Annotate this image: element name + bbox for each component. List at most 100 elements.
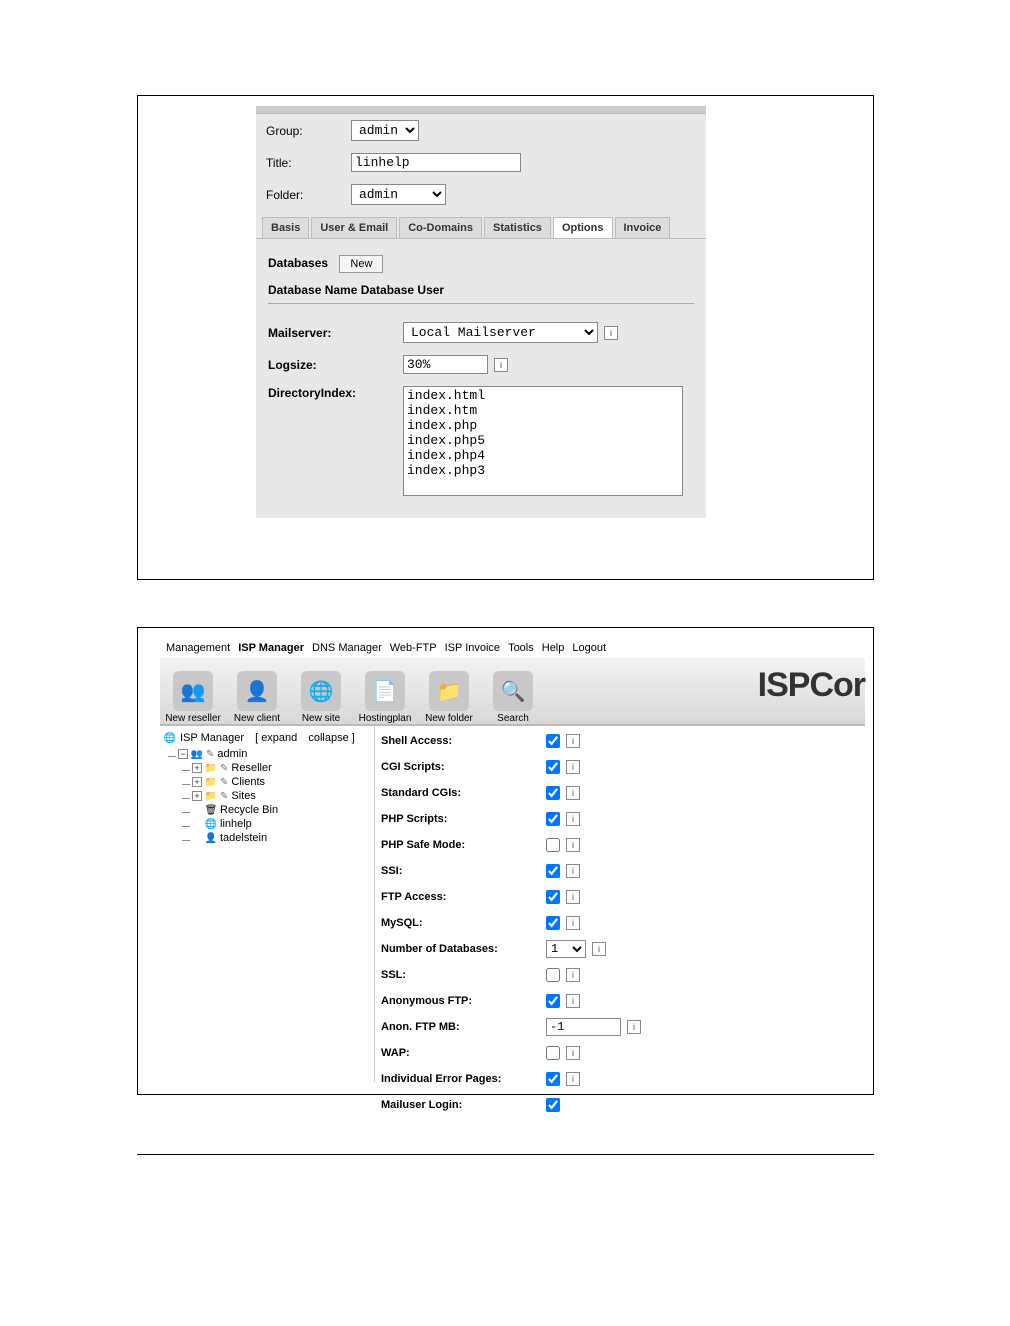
users-icon: 👥 — [191, 748, 203, 760]
edit-icon[interactable]: ✎ — [206, 749, 214, 760]
info-icon[interactable]: i — [566, 916, 580, 930]
info-icon[interactable]: i — [566, 734, 580, 748]
edit-icon[interactable]: ✎ — [220, 777, 228, 788]
ssi-checkbox[interactable] — [546, 864, 560, 878]
menu-help[interactable]: Help — [542, 642, 565, 654]
info-icon[interactable]: i — [566, 838, 580, 852]
isp-manager-window: Management ISP Manager DNS Manager Web-F… — [160, 638, 865, 1086]
info-icon[interactable]: i — [592, 942, 606, 956]
expand-icon[interactable]: + — [192, 791, 202, 801]
menu-logout[interactable]: Logout — [572, 642, 606, 654]
mysql-checkbox[interactable] — [546, 916, 560, 930]
ssl-label: SSL: — [381, 969, 546, 981]
edit-icon[interactable]: ✎ — [220, 791, 228, 802]
ftp-access-checkbox[interactable] — [546, 890, 560, 904]
info-icon[interactable]: i — [494, 358, 508, 372]
tab-user-email[interactable]: User & Email — [311, 217, 397, 238]
menu-isp-invoice[interactable]: ISP Invoice — [445, 642, 500, 654]
mailserver-select[interactable]: Local Mailserver — [403, 322, 598, 343]
tree-expand-link[interactable]: [ expand — [255, 732, 297, 744]
info-icon[interactable]: i — [566, 994, 580, 1008]
info-icon[interactable]: i — [566, 968, 580, 982]
php-scripts-label: PHP Scripts: — [381, 813, 546, 825]
num-databases-select[interactable]: 1 — [546, 940, 586, 958]
anon-ftp-label: Anonymous FTP: — [381, 995, 546, 1007]
standard-cgis-checkbox[interactable] — [546, 786, 560, 800]
tool-new-folder[interactable]: 📁 New folder — [420, 671, 478, 724]
tab-co-domains[interactable]: Co-Domains — [399, 217, 482, 238]
tool-new-client[interactable]: 👤 New client — [228, 671, 286, 724]
tool-label: New folder — [425, 713, 473, 724]
tab-basis[interactable]: Basis — [262, 217, 309, 238]
tree-node-admin[interactable]: − 👥 ✎ admin — [178, 748, 370, 760]
php-scripts-checkbox[interactable] — [546, 812, 560, 826]
tab-statistics[interactable]: Statistics — [484, 217, 551, 238]
menu-tools[interactable]: Tools — [508, 642, 534, 654]
tool-search[interactable]: 🔍 Search — [484, 671, 542, 724]
directoryindex-textarea[interactable]: index.html index.htm index.php index.php… — [403, 386, 683, 496]
menu-dns-manager[interactable]: DNS Manager — [312, 642, 382, 654]
shell-access-label: Shell Access: — [381, 735, 546, 747]
menu-isp-manager[interactable]: ISP Manager — [238, 642, 304, 654]
globe-icon: 🌐 — [205, 818, 217, 830]
tree-node-sites[interactable]: + 📁 ✎ Sites — [192, 790, 370, 802]
new-database-button[interactable]: New — [339, 255, 383, 273]
info-icon[interactable]: i — [566, 864, 580, 878]
document-plus-icon: 📄 — [365, 671, 405, 711]
tab-options[interactable]: Options — [553, 217, 613, 238]
tab-invoice[interactable]: Invoice — [615, 217, 671, 238]
toolbar: 👥 New reseller 👤 New client 🌐 New site 📄… — [160, 658, 865, 726]
anon-ftp-checkbox[interactable] — [546, 994, 560, 1008]
menu-web-ftp[interactable]: Web-FTP — [390, 642, 437, 654]
title-input[interactable] — [351, 153, 521, 172]
cgi-scripts-checkbox[interactable] — [546, 760, 560, 774]
info-icon[interactable]: i — [566, 1046, 580, 1060]
info-icon[interactable]: i — [566, 812, 580, 826]
info-icon[interactable]: i — [566, 760, 580, 774]
expand-icon[interactable]: + — [192, 777, 202, 787]
folder-label: Folder: — [266, 188, 351, 202]
tree-node-recycle-bin[interactable]: 🗑 Recycle Bin — [192, 804, 370, 816]
menu-management[interactable]: Management — [166, 642, 230, 654]
info-icon[interactable]: i — [566, 1072, 580, 1086]
user-plus-icon: 👤 — [237, 671, 277, 711]
group-label: Group: — [266, 124, 351, 138]
tree-node-linhelp[interactable]: 🌐 linhelp — [192, 818, 370, 830]
tree-collapse-link[interactable]: collapse ] — [308, 732, 354, 744]
tree-title: ISP Manager — [180, 732, 244, 744]
tool-label: Search — [497, 713, 529, 724]
tree-node-reseller[interactable]: + 📁 ✎ Reseller — [192, 762, 370, 774]
tool-new-site[interactable]: 🌐 New site — [292, 671, 350, 724]
info-icon[interactable]: i — [604, 326, 618, 340]
info-icon[interactable]: i — [566, 890, 580, 904]
binoculars-icon: 🔍 — [493, 671, 533, 711]
tool-new-reseller[interactable]: 👥 New reseller — [164, 671, 222, 724]
tree-node-clients[interactable]: + 📁 ✎ Clients — [192, 776, 370, 788]
ssi-label: SSI: — [381, 865, 546, 877]
shell-access-checkbox[interactable] — [546, 734, 560, 748]
site-options-panel: Group: admin Title: Folder: admin Basis … — [256, 106, 706, 518]
navigation-tree: 🌐 ISP Manager [ expand collapse ] − 👥 — [160, 726, 375, 1082]
tree-label: Recycle Bin — [220, 804, 278, 816]
tree-node-tadelstein[interactable]: 👤 tadelstein — [192, 832, 370, 844]
wap-checkbox[interactable] — [546, 1046, 560, 1060]
anon-ftp-mb-input[interactable] — [546, 1018, 621, 1036]
mailuser-login-checkbox[interactable] — [546, 1098, 560, 1112]
info-icon[interactable]: i — [627, 1020, 641, 1034]
ftp-access-label: FTP Access: — [381, 891, 546, 903]
properties-panel: Shell Access: i CGI Scripts: i Standard … — [375, 726, 865, 1082]
info-icon[interactable]: i — [566, 786, 580, 800]
tool-hostingplan[interactable]: 📄 Hostingplan — [356, 671, 414, 724]
figure-isp-manager: Management ISP Manager DNS Manager Web-F… — [137, 627, 874, 1095]
globe-plus-icon: 🌐 — [301, 671, 341, 711]
collapse-icon[interactable]: − — [178, 749, 188, 759]
folder-select[interactable]: admin — [351, 184, 446, 205]
group-select[interactable]: admin — [351, 120, 419, 141]
edit-icon[interactable]: ✎ — [220, 763, 228, 774]
expand-icon[interactable]: + — [192, 763, 202, 773]
ssl-checkbox[interactable] — [546, 968, 560, 982]
error-pages-checkbox[interactable] — [546, 1072, 560, 1086]
brand-logo: ISPCor — [758, 666, 865, 705]
php-safe-mode-checkbox[interactable] — [546, 838, 560, 852]
logsize-input[interactable] — [403, 355, 488, 374]
